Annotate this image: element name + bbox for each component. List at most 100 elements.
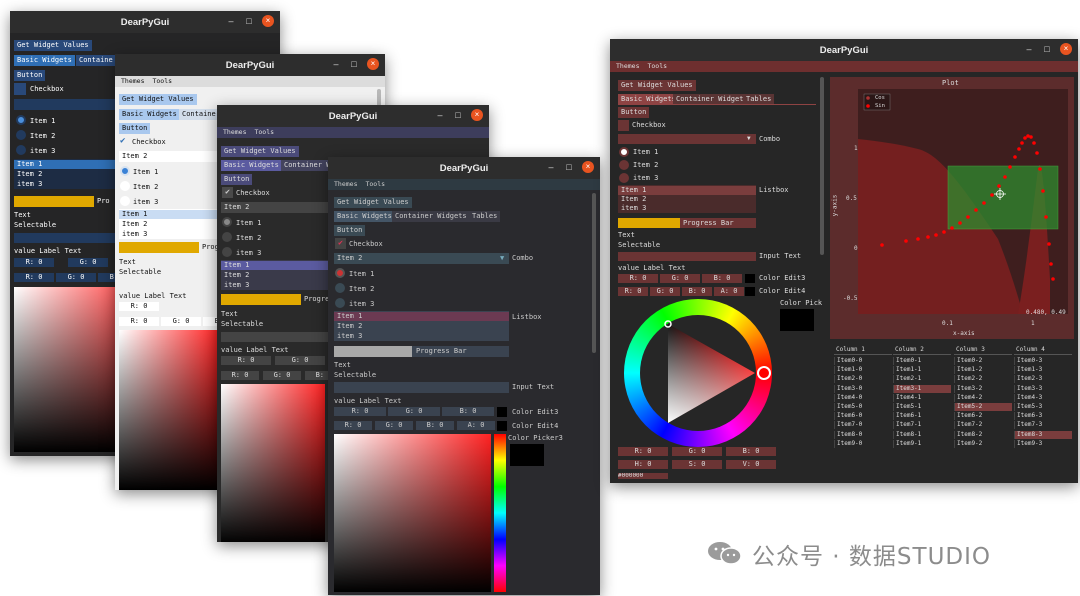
table-header-cell[interactable]: Column 3	[954, 345, 1012, 355]
color-edit-r[interactable]: R: 0	[14, 258, 54, 267]
table-cell[interactable]: Item7-2	[954, 421, 1012, 430]
title-bar[interactable]: DearPyGui – □ ×	[115, 54, 385, 76]
color-edit-r4[interactable]: R: 0	[119, 317, 159, 326]
table-cell[interactable]: Item7-3	[1014, 421, 1072, 430]
maximize-icon[interactable]: □	[1042, 44, 1052, 54]
table-header-cell[interactable]: Column 1	[834, 345, 892, 355]
listbox-item-2[interactable]: Item 2	[337, 322, 362, 331]
radio-item-1[interactable]	[120, 166, 130, 176]
title-bar[interactable]: DearPyGui – □ ×	[217, 105, 489, 127]
listbox-item-2[interactable]: Item 2	[224, 271, 249, 280]
table-cell[interactable]: Item8-1	[893, 430, 951, 439]
combo-arrow-icon[interactable]: ▼	[747, 134, 751, 143]
button[interactable]: Button	[14, 70, 46, 81]
scrollbar[interactable]	[592, 193, 596, 353]
color-edit-g[interactable]: G: 0	[275, 356, 325, 365]
color-edit-g[interactable]: G: 0	[660, 274, 700, 283]
color-picker[interactable]	[119, 330, 219, 490]
button[interactable]: Button	[618, 107, 650, 118]
listbox-item-2[interactable]: Item 2	[17, 170, 42, 179]
table-cell[interactable]: Item4-1	[893, 393, 951, 402]
close-icon[interactable]: ×	[471, 109, 483, 121]
table-cell[interactable]: Item6-1	[893, 412, 951, 421]
get-widget-values-button[interactable]: Get Widget Values	[221, 146, 299, 157]
table-cell[interactable]: Item0-1	[893, 357, 951, 365]
table-cell[interactable]: Item3-3	[1014, 384, 1072, 393]
check-icon[interactable]: ✔	[120, 137, 125, 146]
checkbox[interactable]	[14, 83, 26, 95]
color-picker[interactable]	[221, 384, 325, 542]
radio-item-2[interactable]	[222, 232, 232, 242]
plot-area[interactable]	[858, 89, 1068, 314]
color-edit-r4[interactable]: R: 0	[334, 421, 372, 430]
selectable[interactable]: Selectable	[119, 268, 161, 277]
table-cell[interactable]: Item5-3	[1014, 403, 1072, 411]
combo-arrow-icon[interactable]: ▼	[500, 254, 504, 263]
color-edit-r[interactable]: R: 0	[221, 356, 271, 365]
color-edit-r4[interactable]: R: 0	[14, 273, 54, 282]
button[interactable]: Button	[119, 123, 151, 134]
table-cell[interactable]: Item9-3	[1014, 439, 1072, 448]
menu-themes[interactable]: Themes	[616, 62, 639, 70]
table-cell[interactable]: Item3-0	[834, 384, 892, 393]
table-cell[interactable]: Item1-0	[834, 366, 892, 375]
get-widget-values-button[interactable]: Get Widget Values	[334, 197, 412, 208]
scrollbar-left[interactable]	[820, 77, 824, 255]
minimize-icon[interactable]: –	[435, 110, 445, 120]
table-cell[interactable]: Item8-3	[1014, 430, 1072, 439]
selectable[interactable]: Selectable	[334, 371, 376, 380]
table-cell[interactable]: Item0-3	[1014, 357, 1072, 365]
selectable[interactable]: Selectable	[14, 221, 56, 230]
table-cell[interactable]: Item2-3	[1014, 375, 1072, 384]
get-widget-values-button[interactable]: Get Widget Values	[119, 94, 197, 105]
table-cell[interactable]: Item0-0	[834, 357, 892, 365]
color-edit-r4[interactable]: R: 0	[618, 287, 648, 296]
picker-hex[interactable]: #000000	[618, 473, 668, 479]
color-edit-g4[interactable]: G: 0	[56, 273, 96, 282]
table-cell[interactable]: Item4-3	[1014, 393, 1072, 402]
minimize-icon[interactable]: –	[546, 162, 556, 172]
picker-r[interactable]: R: 0	[618, 447, 668, 456]
radio-item-1[interactable]	[222, 217, 232, 227]
menu-themes[interactable]: Themes	[334, 180, 357, 188]
table-cell[interactable]: Item2-2	[954, 375, 1012, 384]
table-cell[interactable]: Item9-0	[834, 439, 892, 448]
tab-basic-widgets[interactable]: Basic Widgets	[334, 211, 395, 222]
table-cell[interactable]: Item5-2	[954, 403, 1012, 411]
tab-tables[interactable]: Tables	[469, 211, 501, 222]
radio-item-2[interactable]	[335, 283, 345, 293]
input-text[interactable]	[618, 252, 756, 261]
picker-b[interactable]: B: 0	[726, 447, 776, 456]
table-cell[interactable]: Item1-2	[954, 366, 1012, 375]
table-cell[interactable]: Item6-3	[1014, 412, 1072, 421]
menu-tools[interactable]: Tools	[254, 128, 274, 136]
color-edit-r[interactable]: R: 0	[334, 407, 386, 416]
menu-tools[interactable]: Tools	[152, 77, 172, 85]
table-cell[interactable]: Item8-2	[954, 430, 1012, 439]
color-swatch-3[interactable]	[497, 407, 507, 417]
table-header-cell[interactable]: Column 4	[1014, 345, 1072, 355]
listbox-item-1[interactable]: Item 1	[621, 186, 646, 195]
table-cell[interactable]: Item6-0	[834, 412, 892, 421]
listbox-item-3[interactable]: item 3	[337, 332, 362, 341]
listbox-item-2[interactable]: Item 2	[621, 195, 646, 204]
color-edit-g4[interactable]: G: 0	[263, 371, 301, 380]
input-text[interactable]	[334, 382, 509, 393]
color-edit-g4[interactable]: G: 0	[650, 287, 680, 296]
table-cell[interactable]: Item9-1	[893, 439, 951, 448]
close-icon[interactable]: ×	[262, 15, 274, 27]
menu-tools[interactable]: Tools	[647, 62, 667, 70]
close-icon[interactable]: ×	[367, 58, 379, 70]
tab-basic-widgets[interactable]: Basic Widgets	[221, 160, 282, 171]
table-cell[interactable]: Item5-1	[893, 403, 951, 411]
listbox-item-1[interactable]: Item 1	[122, 210, 147, 219]
listbox-item-3[interactable]: item 3	[621, 204, 646, 213]
table-cell[interactable]: Item2-0	[834, 375, 892, 384]
listbox-item-3[interactable]: item 3	[17, 180, 42, 189]
color-edit-r4[interactable]: R: 0	[221, 371, 259, 380]
radio-item-2[interactable]	[619, 160, 629, 170]
radio-item-3[interactable]	[335, 298, 345, 308]
color-picker[interactable]	[334, 434, 491, 592]
table-cell[interactable]: Item3-2	[954, 384, 1012, 393]
tab-container-widgets[interactable]: Container W	[281, 160, 334, 171]
